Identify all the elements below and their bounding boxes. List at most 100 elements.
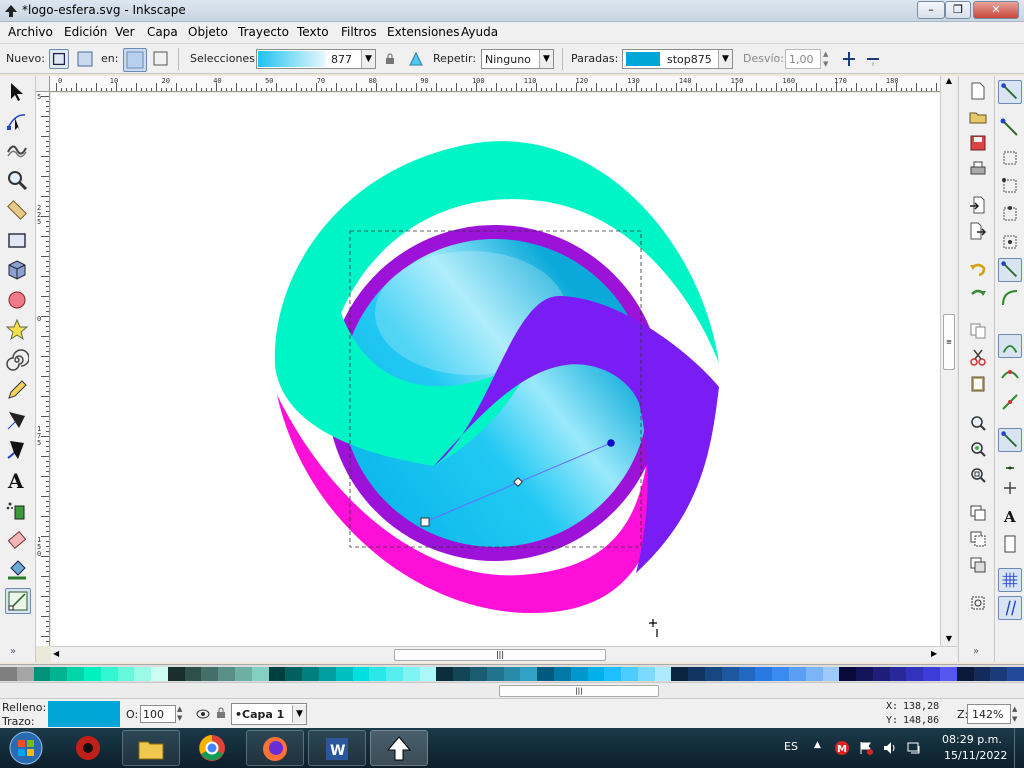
rectangle-tool[interactable] bbox=[5, 228, 31, 254]
palette-swatch[interactable] bbox=[151, 667, 169, 681]
radial-gradient-button[interactable] bbox=[75, 49, 95, 69]
fill-color-indicator[interactable] bbox=[48, 701, 120, 727]
drawing-canvas[interactable] bbox=[51, 93, 940, 646]
horizontal-ruler[interactable]: 0 10 20 40 50 70 80 90 100 110 120 130 140 150 160 170 1… bbox=[50, 76, 940, 92]
copy-button[interactable] bbox=[969, 322, 987, 340]
palette-swatch[interactable] bbox=[268, 667, 286, 681]
eraser-tool[interactable] bbox=[5, 528, 31, 554]
tray-expand-icon[interactable]: ▲ bbox=[814, 740, 821, 750]
spray-tool[interactable] bbox=[5, 498, 31, 524]
snap-paths-button[interactable] bbox=[998, 286, 1022, 310]
taskbar-chrome[interactable] bbox=[184, 730, 242, 766]
paint-bucket-tool[interactable] bbox=[5, 558, 31, 584]
palette-swatch[interactable] bbox=[235, 667, 253, 681]
palette-swatch[interactable] bbox=[486, 667, 504, 681]
palette-swatch[interactable] bbox=[419, 667, 437, 681]
duplicate-button[interactable] bbox=[969, 504, 987, 522]
repeat-dropdown[interactable]: Ninguno ▼ bbox=[481, 49, 554, 69]
tray-antivirus-icon[interactable]: M bbox=[834, 740, 850, 756]
layer-lock-icon[interactable] bbox=[216, 707, 226, 719]
more-commands-icon[interactable]: » bbox=[973, 646, 979, 657]
zoom-page-button[interactable] bbox=[969, 466, 987, 484]
palette-swatch[interactable] bbox=[218, 667, 236, 681]
gradient-end-handle[interactable] bbox=[607, 439, 615, 447]
tray-time[interactable]: 08:29 p.m. bbox=[942, 733, 1002, 746]
palette-swatch[interactable] bbox=[822, 667, 840, 681]
gradient-start-handle[interactable] bbox=[420, 517, 430, 527]
snap-nodes-button[interactable] bbox=[998, 258, 1022, 282]
linear-gradient-button[interactable] bbox=[49, 49, 69, 69]
menu-capa[interactable]: Capa bbox=[147, 25, 178, 39]
palette-swatch[interactable] bbox=[67, 667, 85, 681]
horizontal-scrollbar[interactable]: ◀ ||| ▶ bbox=[51, 646, 957, 662]
zoom-selection-button[interactable] bbox=[969, 414, 987, 432]
horizontal-scroll-thumb[interactable]: ||| bbox=[394, 649, 606, 661]
palette-swatch[interactable] bbox=[906, 667, 924, 681]
snap-cusp-nodes-button[interactable] bbox=[998, 334, 1022, 358]
taskbar-inkscape[interactable] bbox=[370, 730, 428, 766]
palette-swatch[interactable] bbox=[587, 667, 605, 681]
pen-tool[interactable] bbox=[5, 408, 31, 434]
insert-stop-icon[interactable] bbox=[842, 50, 856, 68]
gradient-tool[interactable] bbox=[5, 588, 31, 614]
taskbar-firefox[interactable] bbox=[246, 730, 304, 766]
scroll-left-icon[interactable]: ◀ bbox=[53, 649, 63, 661]
new-document-button[interactable] bbox=[969, 82, 987, 100]
tray-date[interactable]: 15/11/2022 bbox=[944, 749, 1007, 762]
show-desktop-button[interactable] bbox=[1014, 728, 1024, 768]
print-button[interactable] bbox=[969, 160, 987, 178]
menu-trayecto[interactable]: Trayecto bbox=[238, 25, 289, 39]
palette-swatch[interactable] bbox=[755, 667, 773, 681]
measure-tool[interactable] bbox=[5, 198, 31, 224]
zoom-spin-arrows[interactable]: ▲ ▼ bbox=[1012, 704, 1021, 724]
undo-button[interactable] bbox=[969, 260, 987, 278]
tray-network-icon[interactable] bbox=[906, 740, 922, 756]
palette-swatch[interactable] bbox=[369, 667, 387, 681]
palette-swatch[interactable] bbox=[402, 667, 420, 681]
snap-midpoints-button[interactable] bbox=[998, 390, 1022, 414]
palette-swatch[interactable] bbox=[33, 667, 51, 681]
menu-objeto[interactable]: Objeto bbox=[188, 25, 228, 39]
export-button[interactable] bbox=[969, 222, 987, 240]
snap-bbox-midpoints-button[interactable] bbox=[998, 202, 1022, 226]
palette-swatch[interactable] bbox=[537, 667, 555, 681]
tray-action-center-icon[interactable] bbox=[858, 740, 874, 756]
palette-swatch[interactable] bbox=[50, 667, 68, 681]
maximize-button[interactable]: ❒ bbox=[945, 1, 971, 19]
minimize-button[interactable]: – bbox=[917, 1, 945, 19]
palette-swatch[interactable] bbox=[436, 667, 454, 681]
palette-swatches[interactable] bbox=[0, 665, 1024, 683]
snap-bbox-edges-button[interactable] bbox=[998, 146, 1022, 170]
redo-button[interactable] bbox=[969, 286, 987, 304]
palette-swatch[interactable] bbox=[973, 667, 991, 681]
snap-bbox-button[interactable] bbox=[998, 116, 1022, 140]
more-tools-icon[interactable]: » bbox=[10, 646, 16, 657]
unlink-clone-button[interactable] bbox=[969, 556, 987, 574]
palette-swatch[interactable] bbox=[503, 667, 521, 681]
menu-edicion[interactable]: Edición bbox=[64, 25, 107, 39]
palette-swatch[interactable] bbox=[738, 667, 756, 681]
palette-swatch[interactable] bbox=[335, 667, 353, 681]
palette-swatch[interactable] bbox=[654, 667, 672, 681]
vertical-scroll-thumb[interactable]: ≡ bbox=[943, 314, 955, 370]
snap-bbox-corners-button[interactable] bbox=[998, 174, 1022, 198]
menu-texto[interactable]: Texto bbox=[297, 25, 329, 39]
save-button[interactable] bbox=[969, 134, 987, 152]
palette-swatch[interactable] bbox=[956, 667, 974, 681]
palette-swatch[interactable] bbox=[1007, 667, 1024, 681]
reverse-gradient-icon[interactable] bbox=[408, 51, 424, 67]
palette-swatch[interactable] bbox=[621, 667, 639, 681]
lock-icon[interactable] bbox=[385, 53, 395, 65]
apply-to-fill-button[interactable] bbox=[123, 48, 147, 72]
offset-spinbox[interactable]: 1,00 bbox=[785, 49, 821, 69]
palette-swatch[interactable] bbox=[470, 667, 488, 681]
menu-archivo[interactable]: Archivo bbox=[8, 25, 53, 39]
menu-ayuda[interactable]: Ayuda bbox=[461, 25, 498, 39]
tray-volume-icon[interactable] bbox=[882, 740, 898, 756]
import-button[interactable] bbox=[969, 196, 987, 214]
pencil-tool[interactable] bbox=[5, 378, 31, 404]
palette-swatch[interactable] bbox=[990, 667, 1008, 681]
menu-ver[interactable]: Ver bbox=[115, 25, 135, 39]
palette-swatch[interactable] bbox=[201, 667, 219, 681]
palette-swatch[interactable] bbox=[604, 667, 622, 681]
